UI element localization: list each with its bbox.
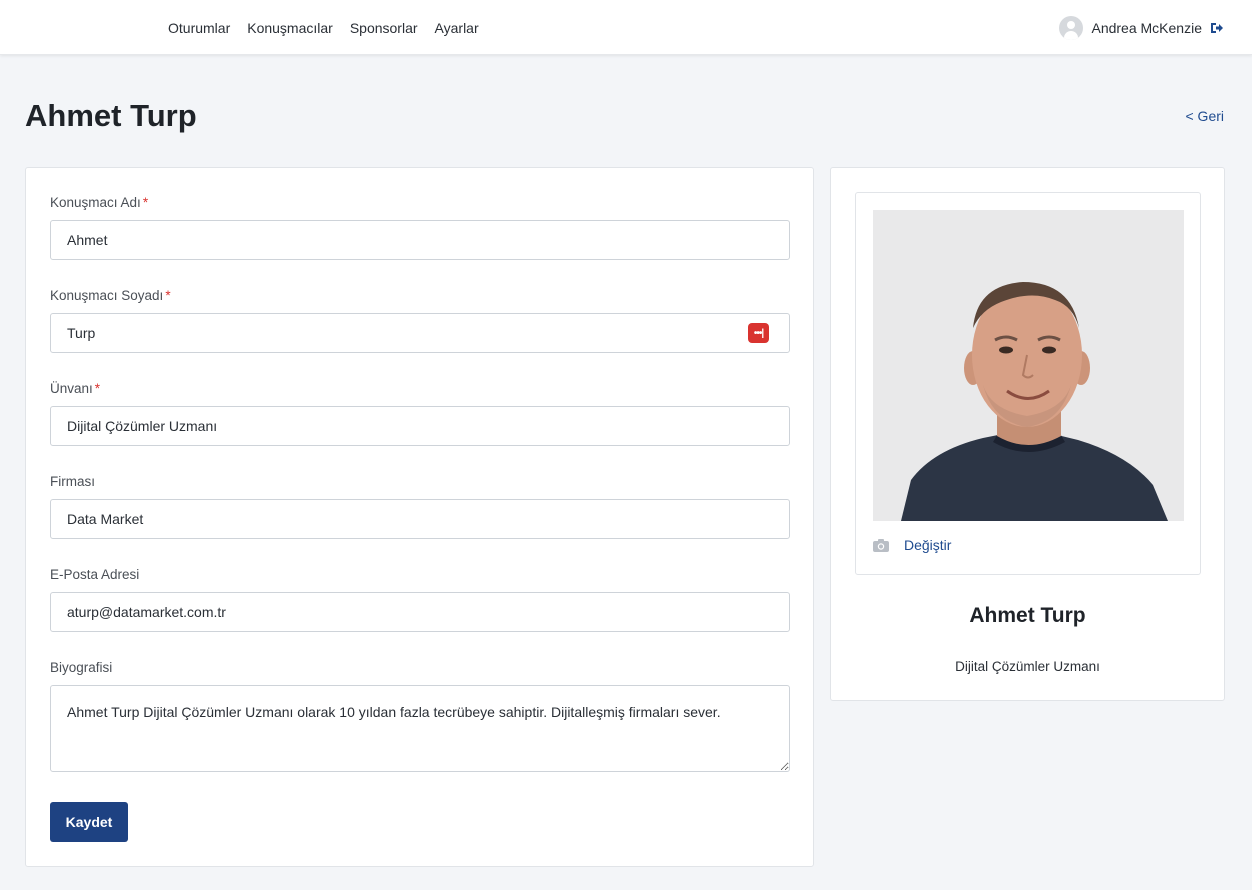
nav-item-ayarlar[interactable]: Ayarlar [435, 20, 479, 36]
profile-name: Ahmet Turp [969, 604, 1086, 627]
user-menu[interactable]: Andrea McKenzie [1059, 0, 1224, 55]
email-label: E-Posta Adresi [50, 567, 140, 582]
user-name: Andrea McKenzie [1091, 19, 1202, 36]
camera-icon [873, 538, 889, 552]
first-name-input[interactable] [50, 220, 790, 260]
profile-title: Dijital Çözümler Uzmanı [955, 659, 1100, 674]
password-manager-icon[interactable]: •••| [748, 323, 769, 343]
first-name-field-group: Konuşmacı Adı * [50, 195, 790, 260]
company-input[interactable] [50, 499, 790, 539]
company-field-group: Firması [50, 474, 790, 539]
nav-item-konusmacilar[interactable]: Konuşmacılar [247, 20, 333, 36]
nav-item-oturumlar[interactable]: Oturumlar [168, 20, 230, 36]
back-link[interactable]: < Geri [1185, 108, 1224, 124]
last-name-field-group: Konuşmacı Soyadı* •••| [50, 288, 790, 353]
bio-textarea[interactable]: Ahmet Turp Dijital Çözümler Uzmanı olara… [50, 685, 790, 772]
required-marker: * [94, 381, 101, 396]
change-photo-row[interactable]: Değiştir [873, 537, 951, 553]
last-name-label: Konuşmacı Soyadı * [50, 288, 171, 303]
speaker-form-card: Konuşmacı Adı* Konuşmacı Soyadı* •••| Ün… [25, 167, 814, 867]
title-field-group: Ünvanı * [50, 381, 790, 446]
photo-box: Değiştir [855, 192, 1201, 575]
user-avatar-icon [1059, 15, 1084, 40]
page-title: Ahmet Turp [25, 98, 197, 133]
email-input[interactable] [50, 592, 790, 632]
bio-field-group: Biyografisi Ahmet Turp Dijital Çözümler … [50, 660, 790, 775]
logout-icon[interactable] [1210, 21, 1224, 35]
title-label: Ünvanı * [50, 381, 101, 396]
speaker-profile-card: Değiştir Ahmet Turp Dijital Çözümler Uzm… [830, 167, 1225, 701]
main-nav: Oturumlar Konuşmacılar Sponsorlar Ayarla… [168, 0, 479, 55]
speaker-photo [873, 210, 1184, 521]
save-button[interactable]: Kaydet [50, 802, 128, 842]
title-input[interactable] [50, 406, 790, 446]
last-name-input[interactable] [50, 313, 790, 353]
last-name-input-wrap: •••| [50, 313, 790, 353]
email-field-group: E-Posta Adresi [50, 567, 790, 632]
top-navbar: Oturumlar Konuşmacılar Sponsorlar Ayarla… [0, 0, 1252, 55]
company-label: Firması [50, 474, 95, 489]
bio-label: Biyografisi [50, 660, 113, 675]
change-photo-link[interactable]: Değiştir [904, 537, 951, 553]
nav-item-sponsorlar[interactable]: Sponsorlar [350, 20, 418, 36]
required-marker: * [165, 288, 171, 303]
required-marker: * [142, 195, 149, 210]
first-name-label: Konuşmacı Adı * [50, 195, 149, 210]
